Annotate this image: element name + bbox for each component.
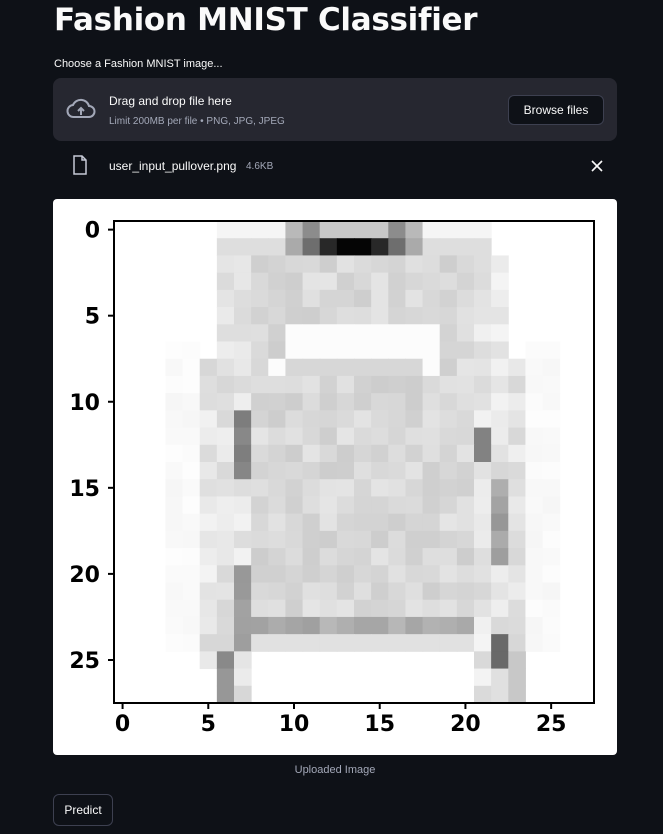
browse-files-button[interactable]: Browse files: [508, 95, 604, 125]
x-tick-label: 15: [364, 712, 395, 737]
y-tick-label: 0: [85, 219, 100, 244]
uploader-label: Choose a Fashion MNIST image...: [54, 58, 223, 70]
dropzone-limit: Limit 200MB per file • PNG, JPG, JPEG: [109, 116, 285, 127]
uploaded-file-row: user_input_pullover.png 4.6KB: [53, 152, 617, 180]
dropzone-instructions: Drag and drop file here: [109, 94, 232, 108]
cloud-upload-icon: [66, 98, 96, 118]
predict-button[interactable]: Predict: [53, 794, 113, 826]
pullover-pixels: [165, 221, 561, 704]
close-icon[interactable]: [591, 160, 603, 172]
file-size: 4.6KB: [246, 161, 274, 172]
x-tick-label: 0: [115, 712, 130, 737]
x-tick-label: 25: [536, 712, 567, 737]
file-icon: [73, 155, 87, 175]
y-tick-label: 15: [69, 477, 100, 502]
y-tick-label: 10: [69, 391, 100, 416]
file-dropzone[interactable]: Drag and drop file here Limit 200MB per …: [53, 78, 617, 141]
uploaded-image: 0 5 10 15 20 25 0 5 10 15 20 25: [53, 199, 617, 755]
x-tick-label: 5: [201, 712, 216, 737]
y-tick-label: 25: [69, 649, 100, 674]
x-tick-label: 10: [279, 712, 310, 737]
pullover-image-plot: 0 5 10 15 20 25 0 5 10 15 20 25: [69, 219, 595, 737]
y-tick-label: 5: [85, 305, 100, 330]
page-title: Fashion MNIST Classifier: [54, 2, 478, 38]
x-tick-label: 20: [450, 712, 481, 737]
y-tick-label: 20: [69, 563, 100, 588]
image-caption: Uploaded Image: [294, 764, 376, 776]
file-name: user_input_pullover.png: [109, 159, 237, 173]
